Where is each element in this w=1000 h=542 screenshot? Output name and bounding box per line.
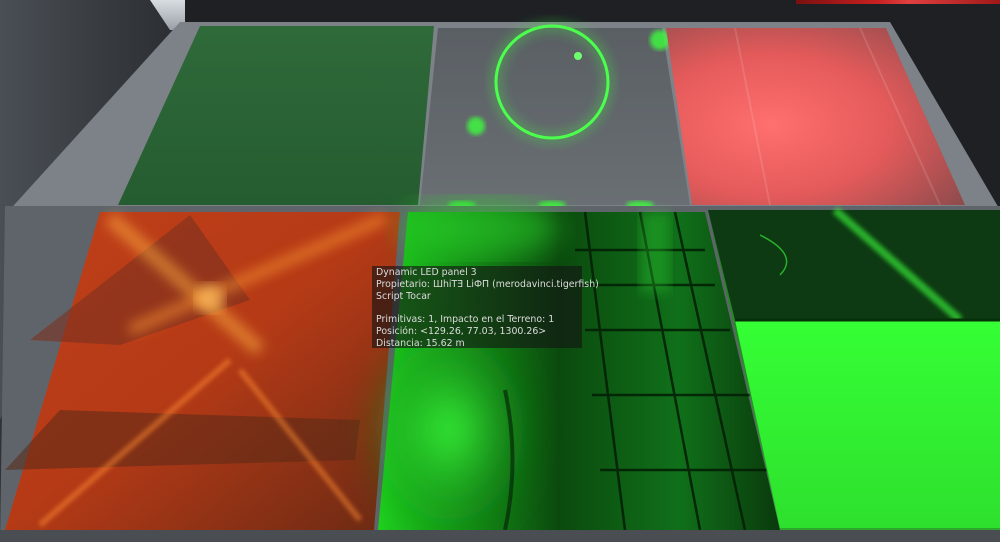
green-glow-top <box>400 200 560 256</box>
led-panel-back-center[interactable] <box>420 22 690 209</box>
owner-line: Propietario: ШhiТƎ LiФП (merodavinci.tig… <box>376 278 599 290</box>
green-blob <box>467 117 485 135</box>
object-name: Dynamic LED panel 3 <box>376 267 477 278</box>
green-dot <box>574 52 582 60</box>
script-line: Script Tocar <box>376 290 431 302</box>
orange-hotspot <box>196 284 224 312</box>
position-line: Posición: <129.26, 77.03, 1300.26> <box>376 325 547 337</box>
object-hover-tooltip: Dynamic LED panel 3 Propietario: ШhiТƎ L… <box>372 266 599 349</box>
status-indicator <box>796 0 1000 4</box>
distance-line: Distancia: 15.62 m <box>376 337 465 349</box>
bright-green-field <box>735 320 1000 528</box>
floor-bottom-edge <box>0 530 1000 542</box>
primitives-line: Primitivas: 1, Impacto en el Terreno: 1 <box>376 314 555 326</box>
